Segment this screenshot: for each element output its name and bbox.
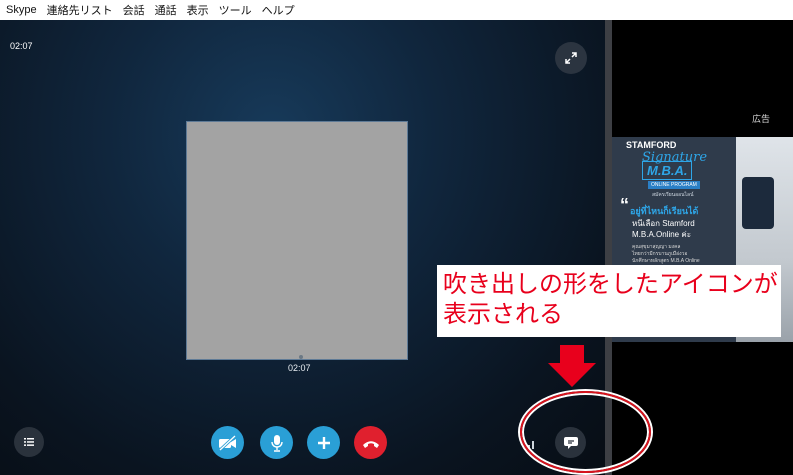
menu-conversation[interactable]: 会話 — [123, 2, 145, 18]
down-arrow-icon — [548, 345, 596, 387]
video-toggle-button[interactable] — [211, 426, 244, 459]
ad-quote-mark: “ — [620, 195, 629, 215]
menu-bar: Skype 連絡先リスト 会話 通話 表示 ツール ヘルプ — [0, 0, 793, 20]
expand-icon — [565, 52, 577, 64]
ad-sub: สมัครเรียนออนไลน์ — [652, 192, 694, 198]
end-call-button[interactable] — [354, 426, 387, 459]
call-timer-bottom: 02:07 — [288, 363, 311, 373]
hang-up-icon — [362, 440, 379, 448]
ad-program: ONLINE PROGRAM — [648, 181, 700, 189]
ad-brand: STAMFORD — [626, 140, 677, 150]
menu-contacts[interactable]: 連絡先リスト — [47, 2, 113, 18]
callout-text: 吹き出しの形をしたアイコンが表示される — [443, 270, 778, 328]
plus-icon — [317, 436, 330, 449]
microphone-icon — [270, 434, 283, 452]
add-button[interactable] — [307, 426, 340, 459]
ad-small-3: นักศึกษาหลักสูตร M.B.A Online — [632, 258, 700, 264]
ad-headline: อยู่ที่ไหนก็เรียนได้ — [630, 206, 699, 216]
highlight-ellipse — [520, 391, 651, 473]
menu-skype[interactable]: Skype — [6, 4, 37, 16]
contact-avatar — [187, 122, 407, 359]
microphone-button[interactable] — [260, 426, 293, 459]
ad-line-3: M.B.A.Online ค่ะ — [632, 230, 691, 239]
annotation-callout: 吹き出しの形をしたアイコンが表示される — [437, 265, 781, 337]
ad-label: 広告 — [752, 114, 771, 124]
video-off-icon — [218, 434, 236, 451]
call-menu-button[interactable] — [14, 427, 44, 457]
menu-call[interactable]: 通話 — [155, 2, 177, 18]
fullscreen-button[interactable] — [555, 42, 587, 74]
ad-mba: M.B.A. — [642, 161, 693, 180]
menu-help[interactable]: ヘルプ — [262, 2, 295, 18]
status-dot — [299, 355, 303, 359]
menu-tools[interactable]: ツール — [219, 2, 252, 18]
list-icon — [24, 438, 34, 446]
menu-view[interactable]: 表示 — [187, 2, 209, 18]
call-timer-top: 02:07 — [10, 41, 33, 51]
ad-phone-image — [742, 177, 774, 229]
